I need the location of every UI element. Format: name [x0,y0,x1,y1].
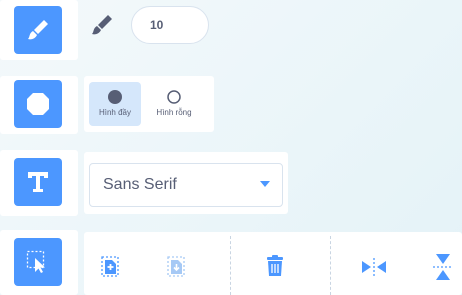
brush-tool-button[interactable] [14,6,62,54]
flip-horizontal-button[interactable] [356,250,392,284]
flip-vertical-button[interactable] [425,247,461,287]
font-dropdown-value: Sans Serif [103,176,177,193]
select-arrow-icon [26,250,45,273]
brush-icon [28,20,48,40]
paste-disabled-button[interactable] [158,248,194,284]
trash-icon [267,255,283,276]
filled-circle-icon [108,90,122,104]
flip-vertical-icon [433,254,453,280]
fill-option-outline-label: Hình rỗng [156,108,192,117]
shape-tool-button[interactable] [14,80,62,128]
caret-down-icon [260,181,270,187]
toolbar-divider [230,236,231,295]
brush-size-icon [92,15,112,35]
font-dropdown[interactable]: Sans Serif [89,163,283,207]
select-tool-button[interactable] [14,238,62,286]
paste-disabled-icon [167,256,185,277]
flip-horizontal-icon [362,258,386,276]
fill-option-outline[interactable]: Hình rỗng [148,82,200,126]
outline-circle-icon [167,90,181,104]
octagon-shape-icon [27,93,49,115]
fill-option-filled[interactable]: Hình đầy [89,82,141,126]
fill-option-filled-label: Hình đầy [98,108,132,117]
delete-button[interactable] [257,248,293,284]
toolbar-divider [330,236,331,295]
brush-size-indicator [84,10,118,40]
brush-size-input[interactable]: 10 [131,6,209,44]
text-t-icon [28,172,48,192]
text-tool-button[interactable] [14,158,62,206]
paste-icon [101,256,119,277]
paste-button[interactable] [92,248,128,284]
